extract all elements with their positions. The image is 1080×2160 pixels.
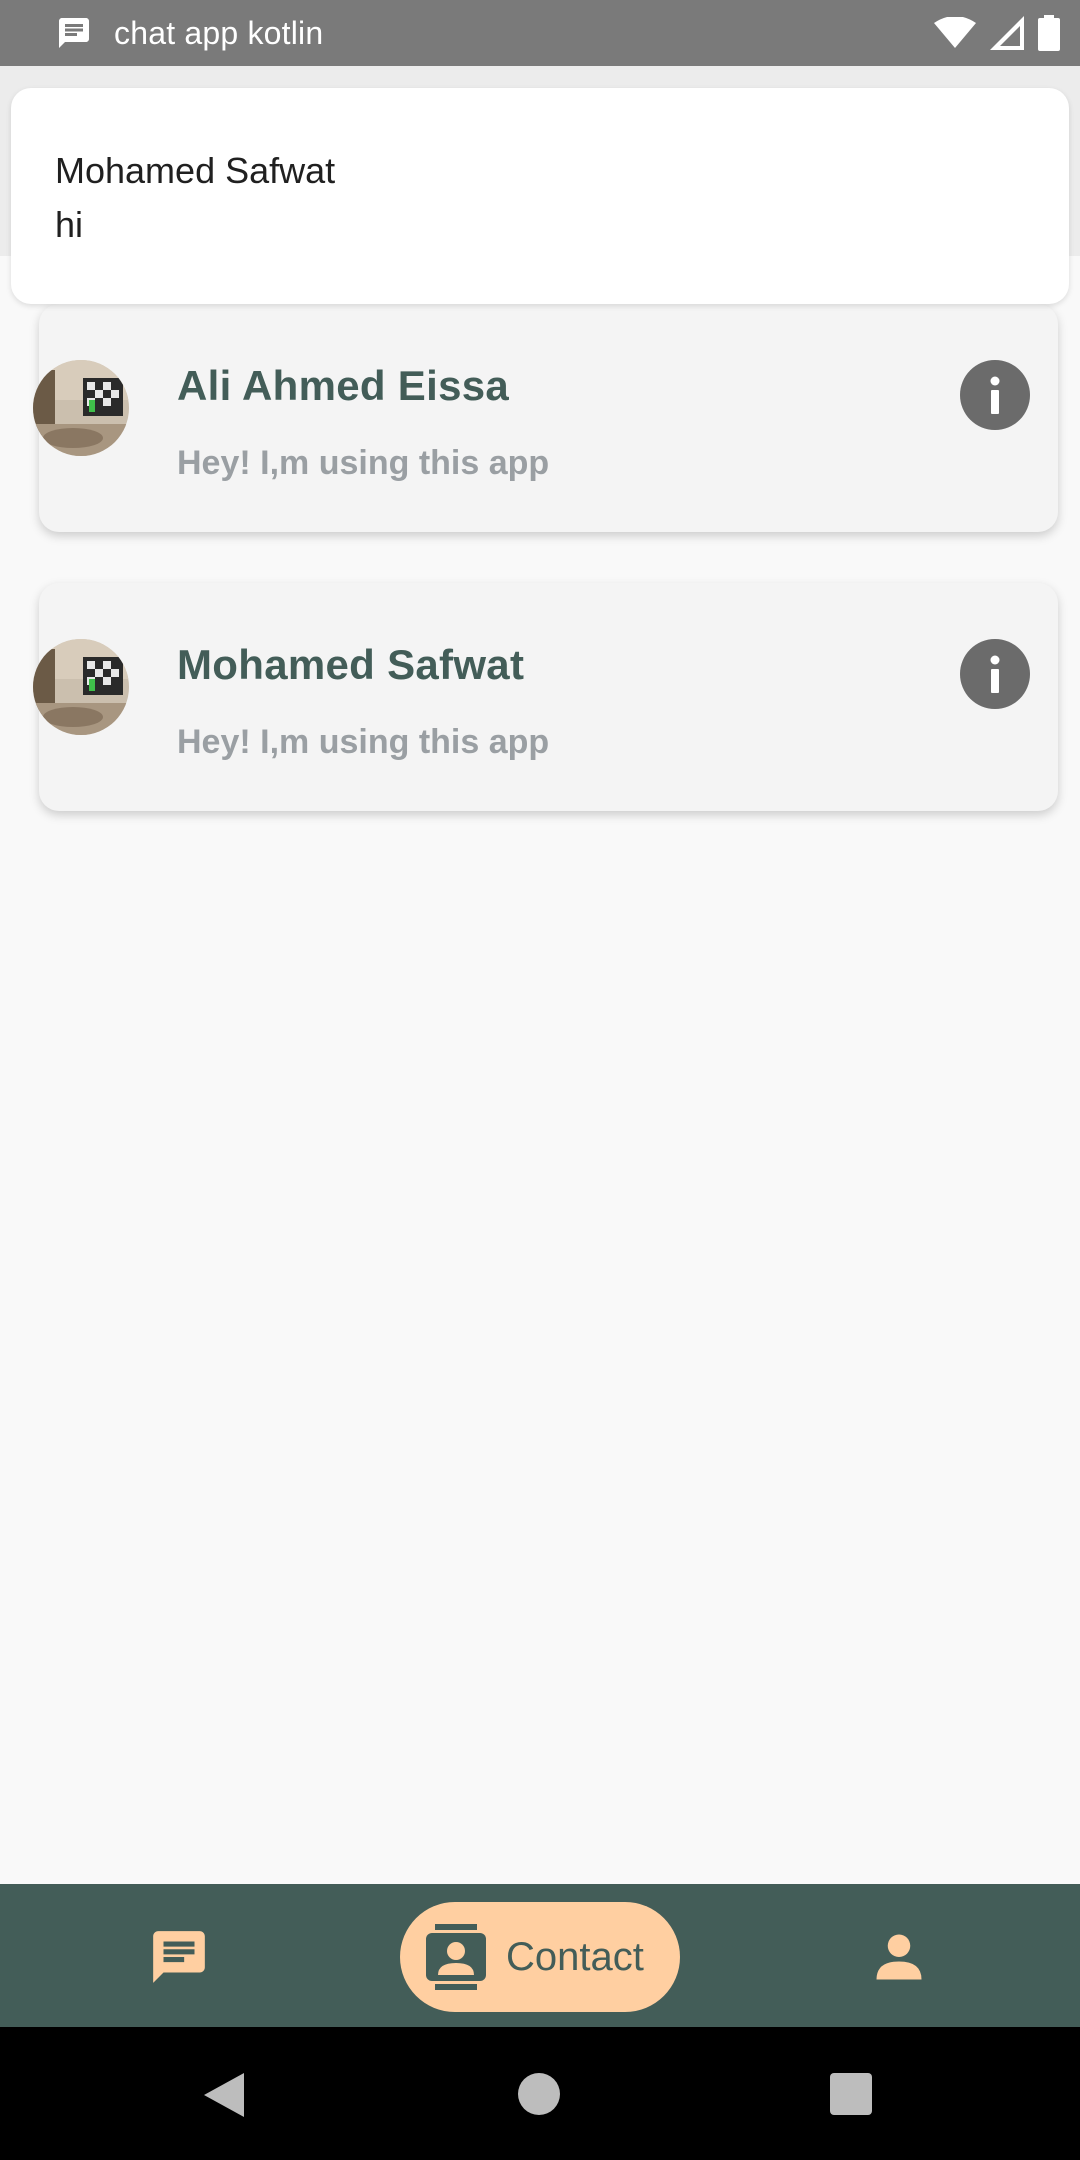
back-icon[interactable] [202,2071,246,2119]
contact-card[interactable]: Mohamed Safwat Hey! I,m using this app [33,583,1058,811]
status-icons [934,14,1060,52]
notification-sender: Mohamed Safwat [55,150,336,191]
home-icon[interactable] [518,2073,560,2115]
wifi-icon [934,17,976,48]
status-bar: chat app kotlin [0,0,1080,66]
nav-item-contact-label: Contact [506,1934,644,1979]
avatar[interactable] [33,639,129,735]
chat-icon[interactable] [148,1926,210,1988]
system-navigation-bar [0,2027,1080,2160]
bottom-navigation: Contact [0,1884,1080,2027]
message-icon [59,18,89,48]
signal-icon [990,16,1024,50]
contacts-icon [426,1924,486,1990]
notification-message: hi [55,204,84,245]
info-icon[interactable] [960,360,1030,430]
profile-photo [33,639,129,735]
profile-photo [33,360,129,456]
contact-card[interactable]: Ali Ahmed Eissa Hey! I,m using this app [33,304,1058,532]
battery-icon [1038,15,1060,51]
person-icon[interactable] [872,1930,926,1984]
contact-name: Mohamed Safwat [177,641,525,688]
recents-icon[interactable] [830,2073,872,2115]
contact-name: Ali Ahmed Eissa [177,362,510,409]
avatar[interactable] [33,360,129,456]
nav-item-contact[interactable]: Contact [400,1902,680,2012]
contact-status: Hey! I,m using this app [177,444,550,482]
info-icon[interactable] [960,639,1030,709]
status-bar-app-title: chat app kotlin [114,14,324,51]
heads-up-notification[interactable]: Mohamed Safwat hi [11,88,1069,304]
contact-status: Hey! I,m using this app [177,723,550,761]
